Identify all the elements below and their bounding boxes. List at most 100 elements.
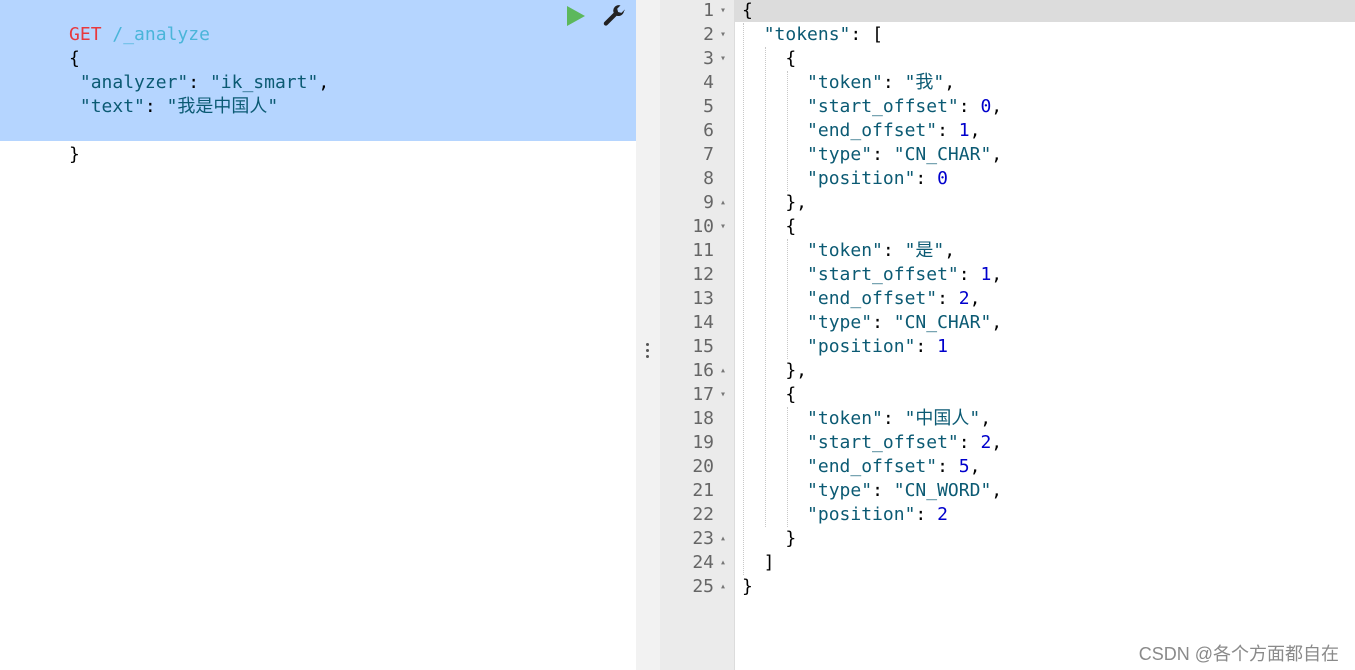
token-punct: : [915, 168, 938, 189]
line-number: 14 [692, 312, 714, 333]
text-key: "text" [79, 96, 145, 117]
token-str: "CN_CHAR" [893, 144, 992, 165]
fold-expand-icon[interactable]: ▴ [718, 191, 728, 215]
request-editor[interactable]: GET /_analyze { "analyzer": "ik_smart", … [0, 0, 636, 670]
code-line: }, [742, 191, 807, 215]
token-str: "我" [904, 72, 945, 93]
token-punct [742, 432, 807, 453]
token-num: 2 [937, 504, 948, 525]
request-line-text: "text": "我是中国人" [4, 71, 278, 117]
response-viewer[interactable]: 1 ▾{2 ▾ "tokens": [3 ▾ {4 "token": "我", 5 "s… [660, 0, 1355, 670]
token-str: "CN_WORD" [893, 480, 992, 501]
fold-collapse-icon[interactable]: ▾ [718, 0, 728, 23]
code-line: ] [742, 551, 775, 575]
play-icon[interactable] [564, 5, 586, 27]
token-punct: , [980, 408, 992, 429]
text-value: "我是中国人" [166, 96, 279, 117]
line-number: 2 [703, 24, 714, 45]
token-punct: , [991, 432, 1003, 453]
token-punct: : [937, 288, 959, 309]
line-number: 18 [692, 408, 714, 429]
token-punct: , [991, 264, 1003, 285]
token-key: "type" [807, 144, 873, 165]
token-punct [742, 504, 807, 525]
code-line: }, [742, 359, 807, 383]
code-line: "start_offset": 1, [742, 263, 1002, 287]
token-punct: ] [742, 552, 775, 573]
close-brace: } [69, 144, 80, 165]
token-punct [742, 264, 807, 285]
fold-collapse-icon[interactable]: ▾ [718, 383, 728, 407]
active-line-highlight [660, 0, 1355, 22]
code-line: } [742, 575, 753, 599]
wrench-icon[interactable] [602, 5, 626, 29]
token-punct: : [915, 504, 938, 525]
token-punct: { [742, 216, 797, 237]
line-number: 13 [692, 288, 714, 309]
line-number: 24 [692, 552, 714, 573]
line-number: 16 [692, 360, 714, 381]
token-str: "中国人" [904, 408, 981, 429]
request-line-analyzer: "analyzer": "ik_smart", [4, 47, 329, 93]
token-key: "token" [807, 408, 883, 429]
token-punct: , [991, 480, 1003, 501]
request-first-line[interactable]: GET /_analyze [4, 0, 210, 45]
fold-collapse-icon[interactable]: ▾ [718, 215, 728, 239]
token-punct: , [991, 96, 1003, 117]
fold-expand-icon[interactable]: ▴ [718, 527, 728, 551]
token-punct: : [872, 312, 894, 333]
pane-resize-handle[interactable] [636, 0, 660, 670]
token-key: "start_offset" [807, 264, 959, 285]
token-key: "start_offset" [807, 432, 959, 453]
code-line: "position": 0 [742, 167, 948, 191]
separator: : [144, 96, 167, 117]
token-punct: : [958, 264, 981, 285]
token-num: 1 [958, 120, 970, 141]
token-punct: : [882, 240, 905, 261]
code-line: "end_offset": 2, [742, 287, 980, 311]
fold-collapse-icon[interactable]: ▾ [718, 47, 728, 71]
code-line: "type": "CN_CHAR", [742, 143, 1002, 167]
request-selection[interactable]: GET /_analyze { "analyzer": "ik_smart", … [0, 0, 636, 165]
token-punct: { [742, 48, 797, 69]
fold-collapse-icon[interactable]: ▾ [718, 23, 728, 47]
code-line: "token": "是", [742, 239, 955, 263]
token-str: "CN_CHAR" [893, 312, 992, 333]
token-str: "是" [904, 240, 945, 261]
line-number: 9 [703, 192, 714, 213]
token-punct: : [915, 336, 938, 357]
fold-expand-icon[interactable]: ▴ [718, 551, 728, 575]
token-punct: , [944, 240, 956, 261]
token-punct [742, 144, 807, 165]
fold-expand-icon[interactable]: ▴ [718, 575, 728, 599]
token-punct: : [872, 144, 894, 165]
request-line-close-brace: } [4, 119, 80, 165]
token-punct [742, 312, 807, 333]
token-num: 5 [958, 456, 970, 477]
line-number: 3 [703, 48, 714, 69]
token-punct: : [ [850, 24, 883, 45]
token-key: "position" [807, 336, 916, 357]
code-line: "position": 2 [742, 503, 948, 527]
line-number: 17 [692, 384, 714, 405]
line-number: 7 [703, 144, 714, 165]
code-line: "position": 1 [742, 335, 948, 359]
line-number: 1 [703, 0, 714, 21]
token-punct [742, 288, 807, 309]
token-punct [742, 72, 807, 93]
code-line: { [742, 47, 796, 71]
line-number: 21 [692, 480, 714, 501]
line-number: 22 [692, 504, 714, 525]
token-key: "token" [807, 240, 883, 261]
token-punct: : [882, 72, 905, 93]
code-line: "type": "CN_CHAR", [742, 311, 1002, 335]
request-path: /_analyze [101, 24, 210, 45]
code-line: "type": "CN_WORD", [742, 479, 1002, 503]
code-line: "token": "中国人", [742, 407, 991, 431]
token-punct: }, [742, 360, 808, 381]
fold-expand-icon[interactable]: ▴ [718, 359, 728, 383]
token-key: "end_offset" [807, 288, 938, 309]
token-punct: , [991, 312, 1003, 333]
token-num: 1 [937, 336, 948, 357]
line-number: 5 [703, 96, 714, 117]
